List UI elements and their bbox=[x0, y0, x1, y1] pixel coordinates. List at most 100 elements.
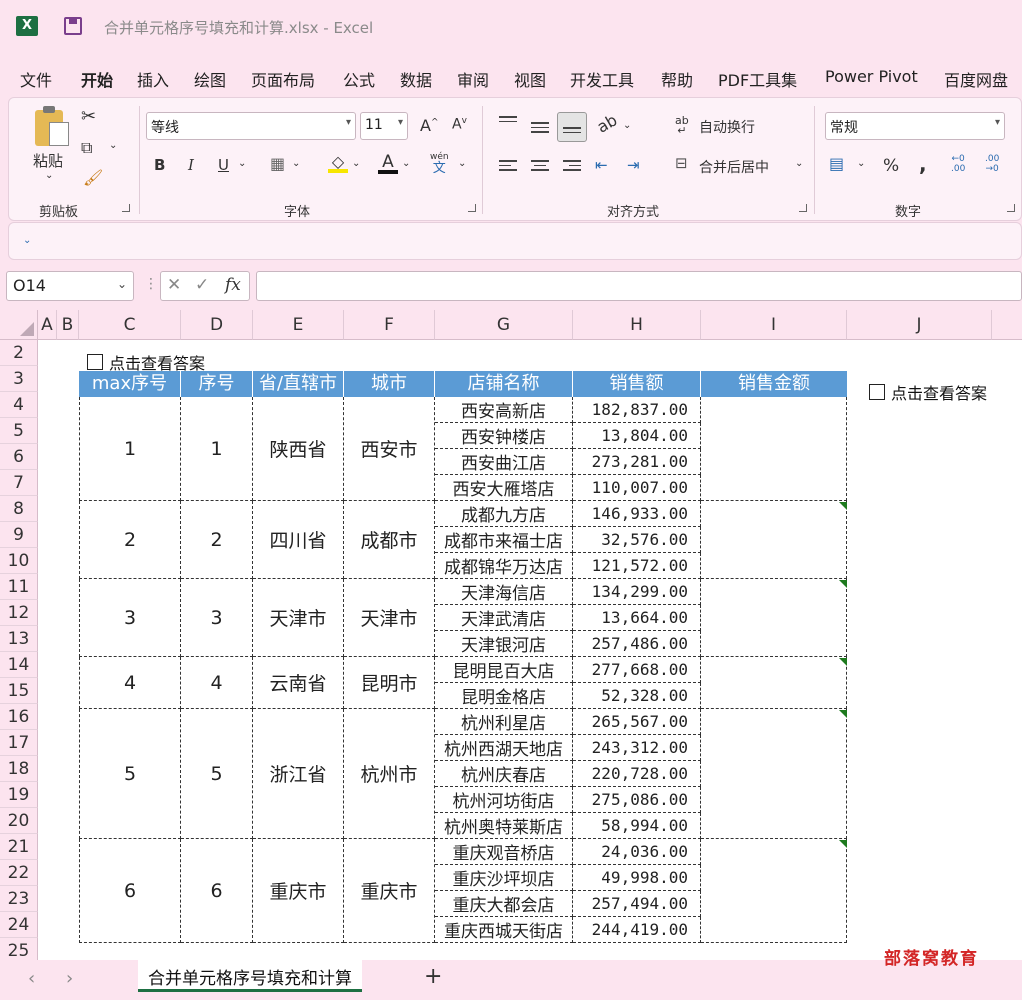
format-painter-icon[interactable]: 🖌 bbox=[83, 168, 103, 187]
tab-formulas[interactable]: 公式 bbox=[343, 67, 375, 91]
row-header[interactable]: 9 bbox=[0, 522, 38, 548]
store-name-cell[interactable]: 天津银河店 bbox=[435, 631, 573, 657]
number-format-select[interactable]: 常规 ▾ bbox=[825, 112, 1005, 140]
row-header[interactable]: 16 bbox=[0, 704, 38, 730]
checkbox-box[interactable] bbox=[87, 354, 103, 370]
align-middle-icon[interactable] bbox=[531, 122, 549, 136]
border-icon[interactable]: ▦ bbox=[270, 154, 285, 173]
header-store-name[interactable]: 店铺名称 bbox=[435, 371, 573, 397]
select-all-corner[interactable] bbox=[0, 310, 38, 340]
store-name-cell[interactable]: 重庆大都会店 bbox=[435, 891, 573, 917]
alignment-launcher-icon[interactable] bbox=[799, 204, 807, 212]
row-header[interactable]: 24 bbox=[0, 912, 38, 938]
header-city[interactable]: 城市 bbox=[344, 371, 435, 397]
sales-amount-cell[interactable] bbox=[701, 397, 847, 501]
merge-center-button[interactable]: 合并后居中 bbox=[699, 157, 769, 177]
sales-cell[interactable]: 13,664.00 bbox=[573, 605, 701, 631]
sales-cell[interactable]: 134,299.00 bbox=[573, 579, 701, 605]
column-header-b[interactable]: B bbox=[57, 310, 79, 340]
shrink-font-button[interactable]: Av bbox=[452, 116, 467, 133]
max-index-cell[interactable]: 2 bbox=[79, 501, 181, 579]
sales-amount-cell[interactable] bbox=[701, 657, 847, 709]
sales-cell[interactable]: 244,419.00 bbox=[573, 917, 701, 943]
row-header[interactable]: 8 bbox=[0, 496, 38, 522]
store-name-cell[interactable]: 西安曲江店 bbox=[435, 449, 573, 475]
store-name-cell[interactable]: 成都市来福士店 bbox=[435, 527, 573, 553]
font-launcher-icon[interactable] bbox=[468, 204, 476, 212]
store-name-cell[interactable]: 杭州河坊街店 bbox=[435, 787, 573, 813]
store-name-cell[interactable]: 成都九方店 bbox=[435, 501, 573, 527]
name-box[interactable]: O14 ⌄ bbox=[6, 271, 134, 301]
grow-font-button[interactable]: A^ bbox=[420, 116, 439, 135]
city-cell[interactable]: 西安市 bbox=[344, 397, 435, 501]
tab-data[interactable]: 数据 bbox=[400, 67, 432, 91]
font-name-select[interactable]: 等线 ▾ bbox=[146, 112, 356, 140]
border-chevron-down-icon[interactable]: ⌄ bbox=[292, 158, 300, 169]
underline-chevron-down-icon[interactable]: ⌄ bbox=[238, 158, 246, 169]
city-cell[interactable]: 成都市 bbox=[344, 501, 435, 579]
store-name-cell[interactable]: 杭州利星店 bbox=[435, 709, 573, 735]
city-cell[interactable]: 杭州市 bbox=[344, 709, 435, 839]
number-launcher-icon[interactable] bbox=[1007, 204, 1015, 212]
store-name-cell[interactable]: 昆明昆百大店 bbox=[435, 657, 573, 683]
max-index-cell[interactable]: 6 bbox=[79, 839, 181, 943]
fill-chevron-down-icon[interactable]: ⌄ bbox=[352, 158, 360, 169]
province-cell[interactable]: 浙江省 bbox=[253, 709, 344, 839]
row-header[interactable]: 22 bbox=[0, 860, 38, 886]
header-sales[interactable]: 销售额 bbox=[573, 371, 701, 397]
increase-indent-icon[interactable]: ⇥ bbox=[627, 156, 640, 174]
align-left-icon[interactable] bbox=[499, 160, 517, 174]
province-cell[interactable]: 重庆市 bbox=[253, 839, 344, 943]
store-name-cell[interactable]: 重庆沙坪坝店 bbox=[435, 865, 573, 891]
merge-center-icon[interactable]: ⊟ bbox=[675, 154, 688, 172]
sales-cell[interactable]: 13,804.00 bbox=[573, 423, 701, 449]
show-answer-checkbox-2[interactable]: 点击查看答案 bbox=[869, 380, 987, 404]
index-cell[interactable]: 4 bbox=[181, 657, 253, 709]
tab-home[interactable]: 开始 bbox=[81, 67, 113, 91]
max-index-cell[interactable]: 4 bbox=[79, 657, 181, 709]
sales-cell[interactable]: 275,086.00 bbox=[573, 787, 701, 813]
clipboard-launcher-icon[interactable] bbox=[122, 204, 130, 212]
decrease-indent-icon[interactable]: ⇤ bbox=[595, 156, 608, 174]
column-header-f[interactable]: F bbox=[344, 310, 435, 340]
row-header[interactable]: 21 bbox=[0, 834, 38, 860]
city-cell[interactable]: 重庆市 bbox=[344, 839, 435, 943]
sales-cell[interactable]: 277,668.00 bbox=[573, 657, 701, 683]
index-cell[interactable]: 1 bbox=[181, 397, 253, 501]
row-header[interactable]: 10 bbox=[0, 548, 38, 574]
column-header-e[interactable]: E bbox=[253, 310, 344, 340]
header-sales-amount[interactable]: 销售金额 bbox=[701, 371, 847, 397]
copy-chevron-down-icon[interactable]: ⌄ bbox=[109, 140, 117, 151]
enter-icon[interactable]: ✓ bbox=[195, 275, 209, 295]
column-header-c[interactable]: C bbox=[79, 310, 181, 340]
fill-color-icon[interactable]: ◇ bbox=[328, 152, 348, 173]
tab-pdf-tools[interactable]: PDF工具集 bbox=[718, 67, 797, 91]
header-max-index[interactable]: max序号 bbox=[79, 371, 181, 397]
max-index-cell[interactable]: 5 bbox=[79, 709, 181, 839]
copy-icon[interactable]: ⧉ bbox=[81, 138, 92, 158]
store-name-cell[interactable]: 西安高新店 bbox=[435, 397, 573, 423]
sales-amount-cell[interactable] bbox=[701, 709, 847, 839]
max-index-cell[interactable]: 1 bbox=[79, 397, 181, 501]
decrease-decimal-icon[interactable]: .00 →0 bbox=[985, 154, 999, 174]
customize-chevron-down-icon[interactable]: ⌄ bbox=[23, 235, 31, 246]
row-header[interactable]: 4 bbox=[0, 392, 38, 418]
sales-amount-cell[interactable] bbox=[701, 839, 847, 943]
cancel-icon[interactable]: ✕ bbox=[167, 275, 181, 295]
sales-cell[interactable]: 265,567.00 bbox=[573, 709, 701, 735]
worksheet-grid[interactable]: A B C D E F G H I J 2 3 4 5 6 7 8 9 10 11 12 13 14 15… bbox=[0, 310, 1022, 964]
sales-amount-cell[interactable] bbox=[701, 501, 847, 579]
paste-label[interactable]: 粘贴 bbox=[33, 150, 63, 171]
row-header[interactable]: 13 bbox=[0, 626, 38, 652]
store-name-cell[interactable]: 天津海信店 bbox=[435, 579, 573, 605]
font-size-select[interactable]: 11 ▾ bbox=[360, 112, 408, 140]
row-header[interactable]: 3 bbox=[0, 366, 38, 392]
store-name-cell[interactable]: 杭州西湖天地店 bbox=[435, 735, 573, 761]
row-header[interactable]: 11 bbox=[0, 574, 38, 600]
tab-baidu-netdisk[interactable]: 百度网盘 bbox=[944, 67, 1008, 91]
province-cell[interactable]: 陕西省 bbox=[253, 397, 344, 501]
sales-cell[interactable]: 146,933.00 bbox=[573, 501, 701, 527]
column-header-i[interactable]: I bbox=[701, 310, 847, 340]
tab-insert[interactable]: 插入 bbox=[137, 67, 169, 91]
accounting-chevron-down-icon[interactable]: ⌄ bbox=[857, 158, 865, 169]
